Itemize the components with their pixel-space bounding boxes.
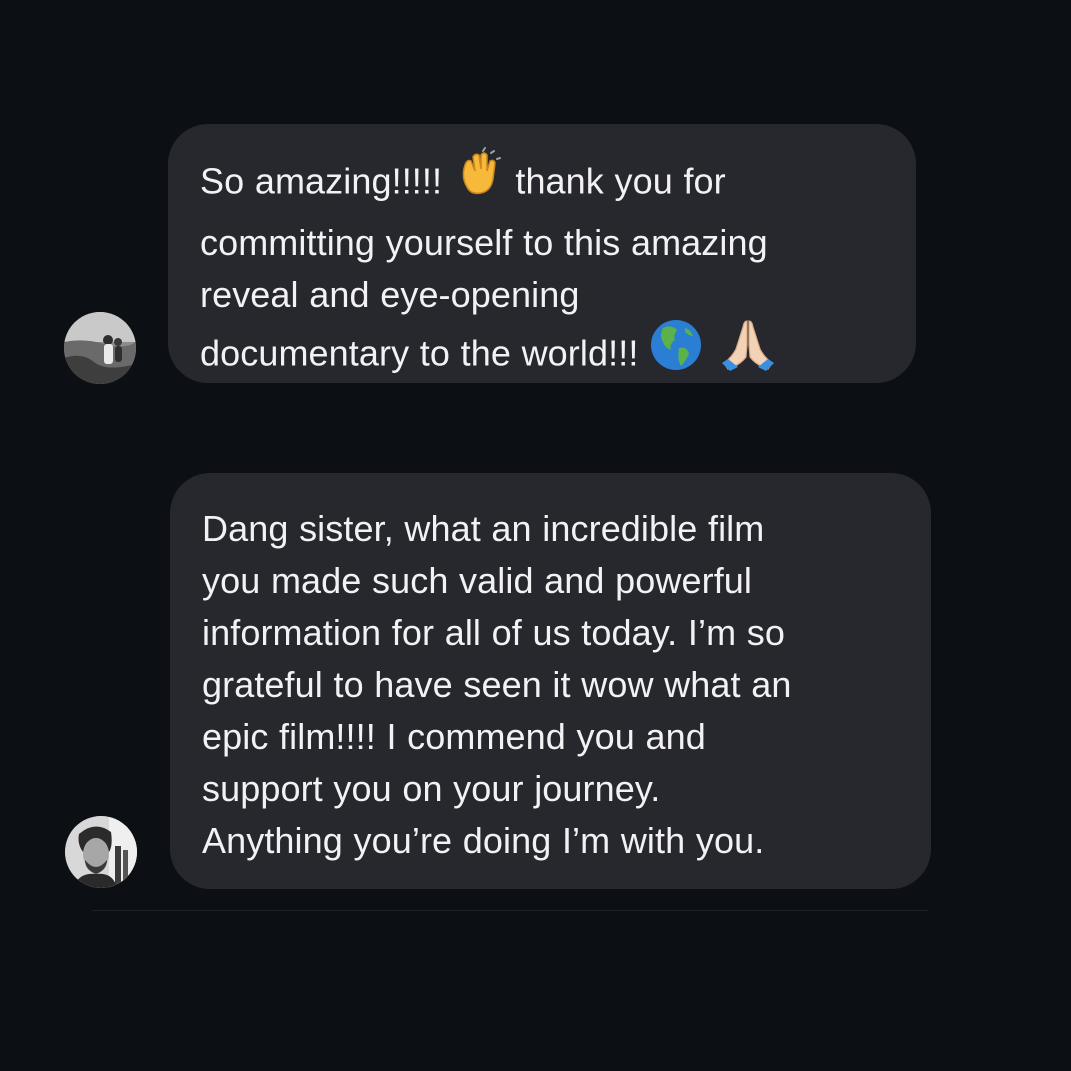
sender-avatar[interactable] xyxy=(64,312,136,384)
message-line: epic film!!!! I commend you and xyxy=(202,716,706,757)
divider xyxy=(92,910,928,911)
text-segment: documentary to the world!!! xyxy=(200,332,650,374)
message-line: Anything you’re doing I’m with you. xyxy=(202,820,765,861)
text-segment xyxy=(703,333,714,374)
message-bubble[interactable]: So amazing!!!!! thank you for committing… xyxy=(168,124,916,383)
message-line: documentary to the world!!! xyxy=(200,318,916,391)
text-segment: thank you for xyxy=(504,160,726,202)
avatar-beach-photo-icon xyxy=(64,312,136,384)
message-line: Dang sister, what an incredible film xyxy=(202,508,765,549)
folded-hands-icon xyxy=(720,317,776,387)
message-line: committing yourself to this amazing xyxy=(200,222,768,263)
globe-americas-icon xyxy=(649,318,703,386)
message-text: Dang sister, what an incredible film you… xyxy=(202,503,931,867)
text-segment: So amazing!!!!! xyxy=(200,160,453,202)
message-bubble[interactable]: Dang sister, what an incredible film you… xyxy=(170,473,931,889)
avatar-man-portrait-icon xyxy=(65,816,137,888)
message-line: you made such valid and powerful xyxy=(202,560,753,601)
message-line: grateful to have seen it wow what an xyxy=(202,664,792,705)
message-text: So amazing!!!!! thank you for committing… xyxy=(200,147,916,391)
clapping-hands-icon xyxy=(453,147,505,213)
sender-avatar[interactable] xyxy=(65,816,137,888)
message-line: So amazing!!!!! thank you for xyxy=(200,147,916,217)
message-line: support you on your journey. xyxy=(202,768,661,809)
message-line: reveal and eye-opening xyxy=(200,274,580,315)
message-line: information for all of us today. I’m so xyxy=(202,612,785,653)
message-thread: So amazing!!!!! thank you for committing… xyxy=(0,0,1071,1071)
